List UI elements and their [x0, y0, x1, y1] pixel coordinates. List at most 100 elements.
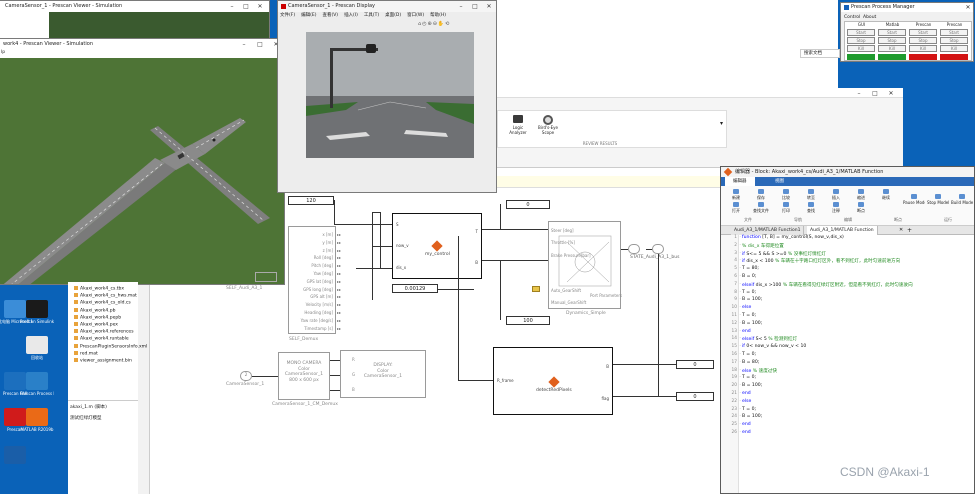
display-top-block[interactable]: 0 [506, 200, 550, 209]
ribbon-btn-15[interactable]: Build Model [951, 194, 973, 206]
ribbon-btn-10[interactable]: 缩进 [850, 189, 872, 201]
pm-btn-start-2[interactable]: Start [909, 29, 937, 36]
pm-btn-kill-1[interactable]: Kill [878, 45, 906, 52]
display-r1-block[interactable]: 0 [676, 360, 714, 369]
file-list-item[interactable]: Akaxi_work4.references [74, 329, 134, 335]
ribbon-minimize-icon[interactable]: – [854, 88, 864, 99]
desktop-icon-3[interactable] [4, 372, 26, 390]
code-line[interactable]: if 0< now_v && now_v < 10 [742, 344, 806, 349]
code-line[interactable]: else [742, 399, 751, 404]
desktop-icon-1[interactable] [26, 300, 48, 318]
viewer-menu[interactable]: lp [1, 50, 5, 55]
viewer-minimize-icon[interactable]: – [239, 39, 249, 50]
file-list-item[interactable]: Akaxi_work4.runtable [74, 336, 129, 342]
viewer-3d-scene[interactable] [0, 58, 284, 284]
file-list-item[interactable]: Akaxi_work4.pex [74, 322, 118, 328]
ribbon-btn-7[interactable]: 查找 [800, 202, 822, 214]
file-list-item[interactable]: Akaxi_work4.pepb [74, 314, 121, 320]
pm-close-icon[interactable]: ✕ [963, 3, 973, 12]
desktop-icon-extra[interactable] [4, 446, 26, 464]
viewer-maximize-icon[interactable]: □ [255, 39, 265, 50]
code-line[interactable]: T = 0; [742, 407, 756, 412]
my-control-block[interactable]: S now_v dis_x T B my_control [392, 213, 482, 279]
doc-tab-add-icon[interactable]: + [907, 226, 912, 235]
state-bus-out[interactable] [652, 244, 664, 254]
detect-red-pixels-block[interactable]: R_frame B flag detectRedPixels [493, 347, 613, 415]
display-menu-item-4[interactable]: 工具(T) [364, 13, 379, 18]
desktop-icon-0[interactable] [4, 300, 26, 318]
viewer-back-maximize-icon[interactable]: □ [241, 1, 251, 12]
ribbon-btn-2[interactable]: 保存 [750, 189, 772, 201]
code-line[interactable]: function [T, B] = my_control(S, now_v,di… [742, 235, 844, 240]
code-line[interactable]: B = 100; [742, 383, 762, 388]
doc-tab-close-icon[interactable]: ✕ [899, 226, 903, 235]
code-line[interactable]: B = 100; [742, 297, 762, 302]
ribbon-btn-5[interactable]: 打印 [775, 202, 797, 214]
display-menu-item-6[interactable]: 窗口(W) [407, 13, 424, 18]
code-line[interactable]: B = 100; [742, 321, 762, 326]
file-list-item[interactable]: viewer_assignment.bin [74, 358, 132, 364]
ribbon-btn-13[interactable]: Pause Model [903, 194, 925, 206]
display-maximize-icon[interactable]: □ [470, 1, 480, 12]
constant-120-block[interactable]: 120 [288, 196, 334, 205]
ribbon-btn-12[interactable]: 继续 [875, 189, 897, 201]
pm-btn-start-3[interactable]: Start [940, 29, 968, 36]
ribbon-expand-icon[interactable]: ▾ [720, 120, 723, 127]
search-docs-box[interactable]: 搜索文档 [800, 49, 840, 58]
display-bot-block[interactable]: 100 [506, 316, 550, 325]
code-line[interactable]: T = 0; [742, 352, 756, 357]
ribbon-btn-8[interactable]: 插入 [825, 189, 847, 201]
viewer-back-close-icon[interactable]: ✕ [255, 1, 265, 12]
code-line[interactable]: B = 0; [742, 274, 756, 279]
display-menu-item-2[interactable]: 查看(V) [322, 13, 338, 18]
mono-camera-block[interactable]: MONO CAMERA Color CameraSensor_1 800 x 600 … [278, 352, 330, 400]
birds-eye-scope-button[interactable]: Bird's-Eye Scope [536, 115, 560, 141]
code-line[interactable]: end [742, 422, 751, 427]
code-line[interactable]: end [742, 329, 751, 334]
file-list-item[interactable]: Akaxi_work4_cs_old.cs [74, 300, 131, 306]
code-line[interactable]: elseif dis_x >100 % 车辆在看得见红绿灯区附近，但是看不到红灯… [742, 282, 913, 288]
desktop-icon-4[interactable] [26, 372, 48, 390]
viewer-back-minimize-icon[interactable]: – [227, 1, 237, 12]
doc-tab-function1[interactable]: Audi_A3_1/MATLAB Function1 [731, 226, 805, 235]
code-line[interactable]: T = 0; [742, 313, 756, 318]
ribbon-btn-14[interactable]: Stop Model [927, 194, 949, 206]
editor-tab-editor[interactable]: 编辑器 [725, 177, 755, 186]
camera-const-block[interactable]: 2 [240, 371, 252, 381]
code-line[interactable]: T = 0; [742, 290, 756, 295]
display-menu-item-0[interactable]: 文件(F) [280, 13, 295, 18]
display-mid-block[interactable]: 0.00129 [392, 284, 438, 293]
ribbon-btn-4[interactable]: 比较 [775, 189, 797, 201]
code-line[interactable]: end [742, 391, 751, 396]
file-list-item[interactable]: Akaxi_work4.pb [74, 307, 115, 313]
display-menu-item-5[interactable]: 桌面(D) [385, 13, 401, 18]
editor-tab-view[interactable]: 视图 [769, 177, 790, 186]
display-r2-block[interactable]: 0 [676, 392, 714, 401]
file-list-item[interactable]: Akaxi_work4_cs_hws.mat [74, 293, 137, 299]
pm-btn-stop-1[interactable]: Stop [878, 37, 906, 44]
pm-btn-stop-0[interactable]: Stop [847, 37, 875, 44]
file-list-item[interactable]: PrescanPluginSensorsInfo.xml [74, 343, 147, 349]
ribbon-btn-3[interactable]: 查找文件 [750, 202, 772, 214]
doc-tab-function[interactable]: Audi_A3_1/MATLAB Function [807, 226, 878, 235]
code-line[interactable]: if dis_x < 100 % 车辆在十字路口红灯区外，看不到红灯，此时匀速前… [742, 258, 900, 264]
desktop-icon-2[interactable] [26, 336, 48, 354]
code-line[interactable]: end [742, 430, 751, 435]
code-line[interactable]: T = 0; [742, 375, 756, 380]
ribbon-maximize-icon[interactable]: □ [870, 88, 880, 99]
code-line[interactable]: if S<= 5 && S >=0 % 没事红灯情红灯 [742, 251, 826, 257]
display-menu-item-3[interactable]: 插入(I) [344, 13, 358, 18]
pm-tab-control[interactable]: Control [844, 15, 860, 20]
pm-btn-kill-0[interactable]: Kill [847, 45, 875, 52]
ribbon-btn-0[interactable]: 新建 [725, 189, 747, 201]
file-list-item[interactable]: Akaxi_work4_cs.tbx [74, 286, 124, 292]
code-line[interactable]: B = 80; [742, 360, 759, 365]
desktop-icon-6[interactable] [26, 408, 48, 426]
display-close-icon[interactable]: ✕ [484, 1, 494, 12]
ribbon-btn-9[interactable]: 注释 [825, 202, 847, 214]
pm-btn-kill-3[interactable]: Kill [940, 45, 968, 52]
code-line[interactable]: T = 80; [742, 266, 759, 271]
display-minimize-icon[interactable]: – [456, 1, 466, 12]
pm-btn-kill-2[interactable]: Kill [909, 45, 937, 52]
pm-tab-about[interactable]: About [863, 15, 876, 20]
